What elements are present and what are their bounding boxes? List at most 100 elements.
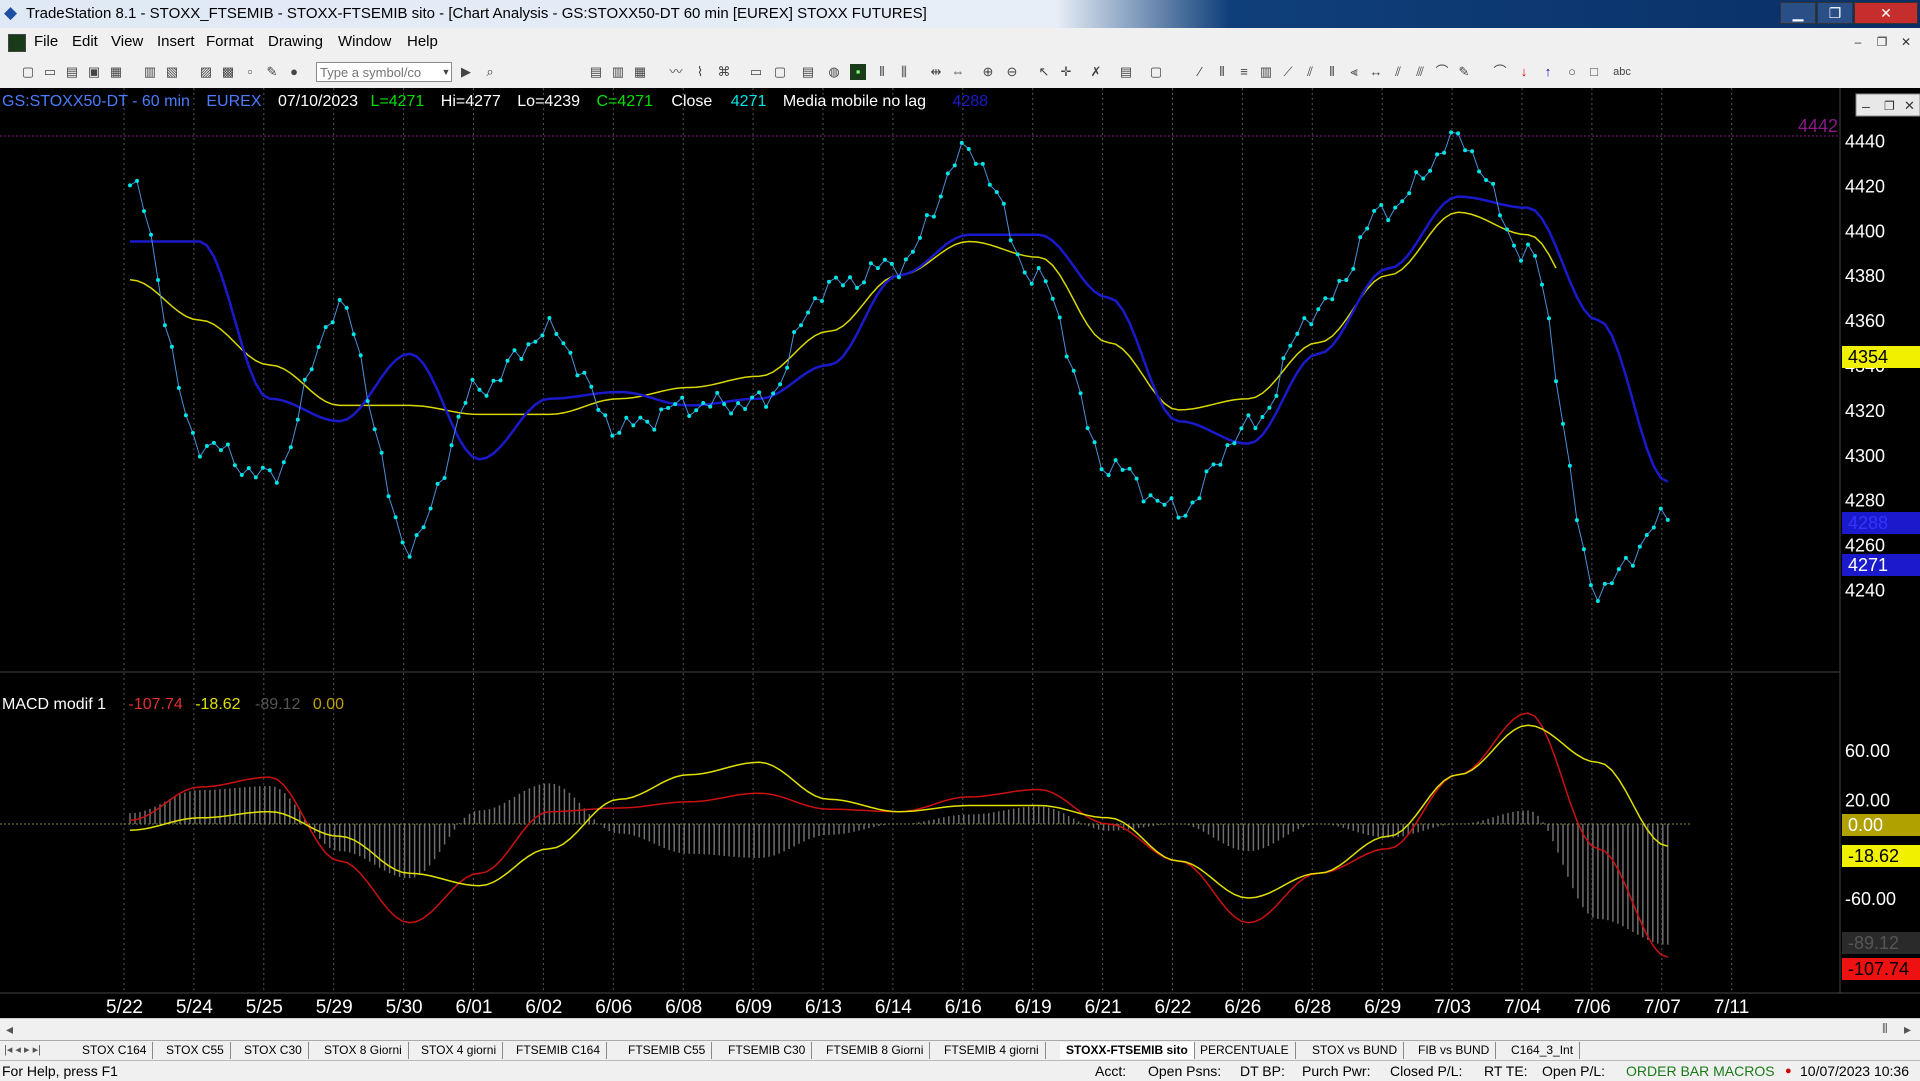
workspace-tab[interactable]: FTSEMIB 4 giorni	[938, 1042, 1046, 1059]
strategy-icon[interactable]: ⌇	[692, 64, 708, 80]
parallel-lines-icon[interactable]: ⫽	[1390, 64, 1406, 80]
pointer-icon[interactable]: ↖	[1036, 64, 1052, 80]
up-arrow-icon[interactable]: ↑	[1540, 64, 1556, 80]
mdi-restore-button[interactable]: ❐	[1872, 33, 1892, 51]
freehand-icon[interactable]: ✎	[1456, 64, 1472, 80]
crosshair-icon[interactable]: ✛	[1058, 64, 1074, 80]
chart-area[interactable]: GS:STOXX50-DT - 60 min EUREX 07/10/2023 …	[0, 88, 1920, 1018]
ellipse-icon[interactable]: ○	[1564, 64, 1580, 80]
macro-icon[interactable]: ✎	[264, 64, 280, 80]
maximize-button[interactable]: ❐	[1817, 2, 1853, 24]
workspace-tab[interactable]: STOX vs BUND	[1306, 1042, 1405, 1059]
space-bars-icon[interactable]: ⇹	[928, 64, 944, 80]
order-icon[interactable]: ▤	[1118, 64, 1134, 80]
analysis-technique-icon[interactable]: 〰	[668, 64, 684, 80]
text-tool-icon[interactable]: abc	[1610, 64, 1634, 80]
chart-restore-icon[interactable]: ❐	[1884, 99, 1895, 113]
vertical-lines-icon[interactable]: ⦀	[1214, 64, 1230, 80]
tools-icon[interactable]: ✗	[1088, 64, 1104, 80]
open-icon[interactable]: ▭	[42, 64, 58, 80]
menu-format[interactable]: Format	[206, 33, 254, 50]
tab-nav-arrows[interactable]: |◂ ◂ ▸ ▸|	[4, 1043, 41, 1056]
colors-icon[interactable]: ●	[286, 64, 302, 80]
symbol-link-icon[interactable]: ▤	[800, 64, 816, 80]
calendar-icon[interactable]: ▦	[632, 64, 648, 80]
radar-icon[interactable]: ◍	[826, 64, 842, 80]
workspace-tab[interactable]: STOX C55	[160, 1042, 231, 1059]
mdi-minimize-button[interactable]: –	[1848, 33, 1868, 51]
arc-icon[interactable]: ⌒	[1492, 64, 1508, 80]
format-window-icon[interactable]: ▥	[610, 64, 626, 80]
new-icon[interactable]: ▢	[20, 64, 36, 80]
chart-analysis-icon[interactable]: ▪	[850, 64, 866, 80]
rectangle-icon[interactable]: □	[1586, 64, 1602, 80]
menu-help[interactable]: Help	[407, 33, 438, 50]
compress-bars-icon[interactable]: ⇔	[950, 64, 966, 80]
bar-interval-icon[interactable]: ⫴	[874, 64, 890, 80]
lock-icon[interactable]: ▫	[242, 64, 258, 80]
speed-lines-icon[interactable]: ⫻	[1412, 64, 1428, 80]
chart-close-icon[interactable]: ✕	[1904, 98, 1915, 113]
price-point	[1316, 307, 1321, 312]
go-arrow-icon[interactable]: ▶	[458, 64, 474, 80]
close-button[interactable]: ✕	[1854, 2, 1918, 24]
menu-insert[interactable]: Insert	[157, 33, 195, 50]
tradestation-app-icon[interactable]: ◆	[4, 4, 22, 22]
zoom-in-icon[interactable]: ⊕	[980, 64, 996, 80]
print-preview-icon[interactable]: ▥	[142, 64, 158, 80]
horizontal-lines-icon[interactable]: ≡	[1236, 64, 1252, 80]
workspace-tab[interactable]: FIB vs BUND	[1412, 1042, 1497, 1059]
workspace-tab[interactable]: FTSEMIB C55	[622, 1042, 713, 1059]
status-order-bar-macros[interactable]: ORDER BAR MACROS	[1626, 1063, 1775, 1079]
workspace-tab[interactable]: FTSEMIB C164	[510, 1042, 608, 1059]
scroll-right-icon[interactable]: ▸	[1904, 1021, 1911, 1038]
chart-style-icon[interactable]: ▭	[748, 64, 764, 80]
print-icon[interactable]: ▧	[164, 64, 180, 80]
price-axis-tick-label: 4260	[1845, 536, 1885, 556]
workspace-tab[interactable]: STOX 4 giorni	[415, 1042, 504, 1059]
menu-edit[interactable]: Edit	[72, 33, 98, 50]
workspace-tab[interactable]: FTSEMIB 8 Giorni	[820, 1042, 931, 1059]
fib-fan-icon[interactable]: ⟋	[1280, 64, 1296, 80]
workspace-tab[interactable]: STOX C30	[238, 1042, 309, 1059]
gann-fan-icon[interactable]: ▥	[1258, 64, 1274, 80]
regression-channel-icon[interactable]: ⫽	[1302, 64, 1318, 80]
zoom-out-icon[interactable]: ⊖	[1004, 64, 1020, 80]
save-all-icon[interactable]: ▦	[108, 64, 124, 80]
window-layout-icon[interactable]: ▨	[198, 64, 214, 80]
fib-arcs-icon[interactable]: ⌒	[1434, 64, 1450, 80]
horizontal-arrow-icon[interactable]: ↔	[1368, 64, 1384, 80]
symbol-input[interactable]	[316, 62, 452, 82]
workspace-tab[interactable]: STOXX-FTSEMIB sito	[1060, 1042, 1195, 1059]
chart-type-icon[interactable]: ▢	[772, 64, 788, 80]
workspace-tab[interactable]: FTSEMIB C30	[722, 1042, 813, 1059]
data-window-icon[interactable]: ▤	[588, 64, 604, 80]
trendline-icon[interactable]: ⁄	[1192, 64, 1208, 80]
time-zones-icon[interactable]: ⦀	[1324, 64, 1340, 80]
menu-window[interactable]: Window	[338, 33, 391, 50]
workspace-tab[interactable]: STOX C164	[76, 1042, 154, 1059]
menu-view[interactable]: View	[111, 33, 143, 50]
workspace-tab[interactable]: C164_3_Int	[1505, 1042, 1581, 1059]
andrews-pitchfork-icon[interactable]: ⫷	[1346, 64, 1362, 80]
minimize-button[interactable]: ▁	[1780, 2, 1816, 24]
mdi-close-button[interactable]: ✕	[1896, 33, 1916, 51]
window-tile-icon[interactable]: ▩	[220, 64, 236, 80]
scroll-left-icon[interactable]: ◂	[6, 1021, 13, 1038]
horizontal-scrollbar[interactable]: ◂ ⦀ ▸	[0, 1018, 1920, 1041]
workspace-tab[interactable]: STOX 8 Giorni	[318, 1042, 409, 1059]
save-icon[interactable]: ▣	[86, 64, 102, 80]
scroll-thumb-icon[interactable]: ⦀	[1882, 1021, 1888, 1037]
chart-window-icon[interactable]	[8, 34, 26, 52]
menu-drawing[interactable]: Drawing	[268, 33, 323, 50]
candlestick-icon[interactable]: ⫼	[896, 64, 912, 80]
down-arrow-icon[interactable]: ↓	[1516, 64, 1532, 80]
symbol-dropdown-icon[interactable]: ▼	[438, 64, 454, 80]
menu-file[interactable]: File	[34, 33, 58, 50]
open-workspace-icon[interactable]: ▤	[64, 64, 80, 80]
print-chart-icon[interactable]: ▢	[1148, 64, 1164, 80]
indicator-icon[interactable]: ⌘	[716, 64, 732, 80]
workspace-tab[interactable]: PERCENTUALE	[1194, 1042, 1296, 1059]
symbol-lookup-icon[interactable]: ⌕	[482, 64, 498, 80]
chart-minimize-icon[interactable]: –	[1862, 98, 1870, 114]
